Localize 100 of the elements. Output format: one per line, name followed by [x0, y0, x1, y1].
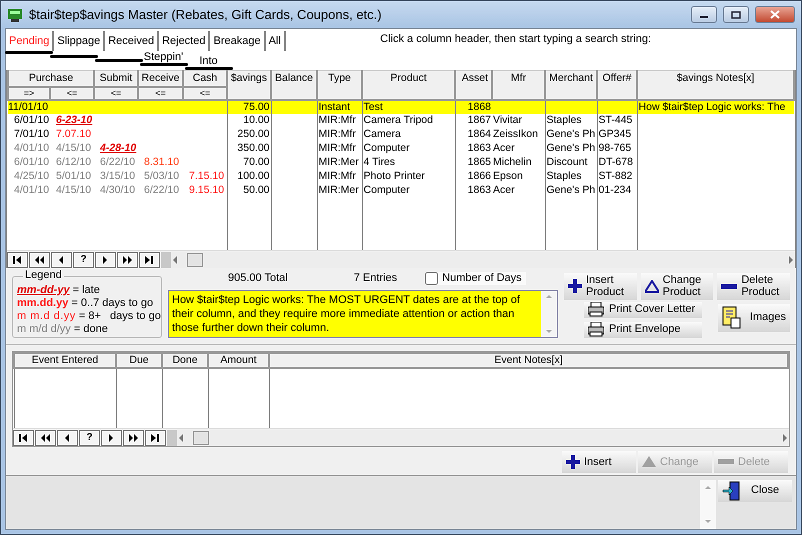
nav-button[interactable] — [57, 430, 78, 446]
legend-text: = done — [74, 322, 108, 335]
legend-sample: m m/d d/yy — [17, 322, 71, 335]
table-cell: Gene's Ph — [546, 142, 596, 154]
column-header[interactable]: Due — [116, 352, 162, 368]
table-cell: Camera Tripod — [364, 114, 433, 126]
maximize-button[interactable] — [723, 6, 749, 23]
date-value: 6/01/10 — [14, 156, 50, 168]
printer-icon — [588, 322, 604, 338]
product-button[interactable]: Delete Product — [717, 272, 790, 300]
table-cell: 100.00 — [237, 170, 270, 182]
table-cell: Photo Printer — [364, 170, 425, 182]
scroll-left-icon — [177, 432, 185, 443]
column-header[interactable]: Done — [162, 352, 208, 368]
splitter — [167, 430, 177, 446]
table-cell: Instant — [318, 100, 350, 113]
date-value: 3/15/10 — [100, 170, 136, 182]
event-button[interactable]: Insert — [562, 450, 636, 473]
column-header[interactable]: Cash — [183, 70, 228, 87]
table-row[interactable]: 6/01/10 6-23-10 10.00 MIR:Mfr Camera Tripod 1867 Vivitar Staples ST-445 — [8, 114, 794, 128]
number-of-days-checkbox[interactable] — [425, 272, 438, 285]
horizontal-scrollbar[interactable] — [171, 252, 795, 268]
date-value: 7.15.10 — [189, 170, 224, 182]
scroll-thumb[interactable] — [187, 252, 203, 267]
column-header[interactable]: Offer# — [597, 70, 638, 100]
vertical-scrollbar[interactable] — [700, 480, 716, 529]
nav-button[interactable] — [95, 252, 116, 268]
print-button[interactable]: Print Envelope — [584, 322, 702, 338]
tab[interactable]: All — [266, 31, 286, 51]
table-row[interactable]: 4/25/10 5/01/10 3/15/10 5/03/10 7.15.10 100.00 MIR:Mfr Photo Printer 1866 Epson Staples ST-882 — [8, 170, 794, 184]
minimize-button[interactable] — [691, 6, 717, 23]
nav-button[interactable] — [101, 430, 122, 446]
legend-sample: m m.d d.yy — [17, 310, 76, 322]
table-row[interactable]: 4/01/10 4/15/10 4-28-10 350.00 MIR:Mfr Computer 1863 Acer Gene's Ph 98-765 — [8, 142, 794, 156]
column-header[interactable]: Mfr — [492, 70, 546, 100]
table-cell: Test — [364, 100, 383, 113]
column-header[interactable]: Asset — [455, 70, 492, 100]
scroll-right-icon — [781, 432, 789, 443]
table-cell: 4 Tires — [364, 156, 396, 168]
legend-text: = 0..7 days to go — [71, 296, 154, 309]
column-header[interactable]: Balance — [271, 70, 318, 100]
column-header[interactable]: Product — [362, 70, 456, 100]
table-row[interactable]: 6/01/10 6/12/10 6/22/10 8.31.10 70.00 MIR:Mer 4 Tires 1865 Michelin Discount DT-678 — [8, 156, 794, 170]
table-cell: 1867 — [468, 114, 492, 126]
document-icon — [722, 306, 741, 330]
nav-button[interactable] — [145, 430, 166, 446]
column-header[interactable]: $avings Notes[x] — [637, 70, 794, 100]
table-row[interactable]: 7/01/10 7.07.10 250.00 MIR:Mfr Camera 1864 ZeissIkon Gene's Ph GP345 — [8, 128, 794, 142]
date-value: 7/01/10 — [14, 128, 50, 140]
table-cell: Camera — [364, 128, 401, 140]
nav-button[interactable] — [117, 252, 138, 268]
nav-button[interactable] — [13, 430, 34, 446]
date-value: 6/22/10 — [144, 184, 180, 196]
images-button[interactable]: Images — [718, 304, 790, 332]
nav-button[interactable] — [123, 430, 144, 446]
date-value: 6/22/10 — [100, 156, 136, 168]
nav-button[interactable] — [139, 252, 160, 268]
nav-button[interactable] — [51, 252, 72, 268]
table-cell: 50.00 — [243, 184, 270, 196]
horizontal-scrollbar[interactable] — [177, 430, 789, 446]
triangle-icon — [642, 455, 656, 468]
date-value: 4/25/10 — [14, 170, 50, 182]
date-value: 6/01/10 — [14, 114, 50, 126]
column-header[interactable]: Amount — [208, 352, 269, 368]
column-header[interactable]: Type — [317, 70, 362, 100]
legend-sample: mm.dd.yy — [17, 296, 68, 309]
column-header[interactable]: Submit — [94, 70, 138, 87]
first-record-icon — [18, 432, 29, 443]
total-text: 905.00 Total — [228, 272, 288, 285]
scroll-right-icon — [787, 254, 795, 265]
table-row[interactable]: 11/01/10 75.00 Instant Test 1868 How $tair$tep Logic works: The — [8, 100, 794, 114]
column-header[interactable]: Merchant — [545, 70, 598, 100]
nav-button[interactable] — [35, 430, 56, 446]
fast-forward-icon — [128, 432, 139, 443]
column-header[interactable]: Event Entered — [14, 352, 116, 368]
table-cell: 01-234 — [598, 184, 632, 196]
table-cell: Epson — [493, 170, 523, 182]
column-header[interactable]: Receive — [138, 70, 184, 87]
table-cell: Discount — [546, 156, 588, 168]
product-button[interactable]: Change Product — [640, 272, 714, 300]
scroll-thumb[interactable] — [193, 430, 209, 445]
column-header[interactable]: Purchase — [8, 70, 94, 87]
table-cell: 250.00 — [237, 128, 270, 140]
date-value: 4/15/10 — [56, 142, 92, 154]
column-header[interactable]: $avings — [227, 70, 272, 100]
close-button[interactable] — [755, 6, 795, 23]
table-cell: Vivitar — [493, 114, 522, 126]
help-button[interactable]: ? — [79, 430, 100, 446]
nav-button[interactable] — [7, 252, 28, 268]
close-window-button[interactable]: Close — [718, 480, 792, 502]
print-button[interactable]: Print Cover Letter — [584, 302, 702, 318]
nav-button[interactable] — [29, 252, 50, 268]
help-button[interactable]: ? — [73, 252, 94, 268]
column-header[interactable]: Event Notes[x] — [269, 352, 788, 368]
logic-note-field[interactable]: How $tair$tep Logic works: The MOST URGENT dates are at the top of their column, and they require more immediate attention or action than those further down their column. — [168, 290, 558, 338]
splitter — [161, 252, 171, 268]
exit-door-icon — [722, 480, 741, 501]
date-value: 4/30/10 — [100, 184, 136, 196]
product-button[interactable]: Insert Product — [564, 272, 637, 300]
table-row[interactable]: 4/01/10 4/15/10 4/30/10 6/22/10 9.15.10 50.00 MIR:Mer Computer 1863 Acer Gene's Ph 01-234 — [8, 184, 794, 198]
